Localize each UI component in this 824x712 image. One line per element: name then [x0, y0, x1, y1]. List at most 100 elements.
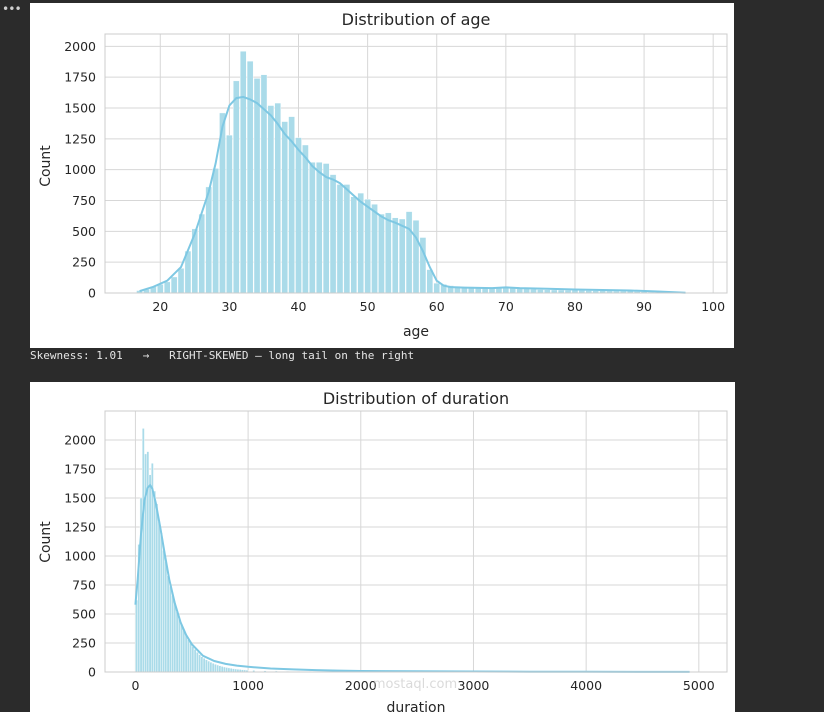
histogram-bar [226, 134, 233, 294]
y-tick-labels: 0 250 500 750 1000 1250 1500 1750 2000 [64, 433, 96, 680]
x-tick-label: 30 [221, 299, 237, 314]
histogram-bar [171, 595, 174, 673]
histogram-bar [371, 203, 378, 294]
y-axis-label: Count [38, 145, 54, 187]
histogram-bar [144, 453, 147, 673]
histogram-bar [343, 184, 351, 294]
histogram-bar [148, 474, 152, 673]
histogram-bar [189, 642, 192, 673]
histogram-bar [433, 282, 440, 294]
x-tick-label: 60 [429, 299, 445, 314]
x-tick-label: 40 [291, 299, 307, 314]
histogram-bar [281, 121, 288, 294]
histogram-bar [166, 575, 170, 673]
histogram-bar [537, 289, 544, 294]
x-tick-labels: 20 30 40 50 60 70 80 90 100 [152, 299, 725, 314]
y-tick-label: 2000 [64, 39, 96, 54]
histogram-bar [212, 168, 219, 294]
histogram-bars [136, 51, 689, 294]
y-tick-label: 1000 [64, 162, 96, 177]
y-tick-label: 0 [88, 286, 96, 301]
x-axis-label: duration [387, 700, 446, 712]
x-tick-label: 1000 [232, 678, 264, 693]
histogram-bar [170, 276, 178, 294]
histogram-bar [175, 611, 179, 673]
age-histogram-chart: 20 30 40 50 60 70 80 90 100 0 250 500 750 1000 1250 15… [38, 10, 728, 340]
y-tick-label: 750 [72, 193, 96, 208]
histogram-bar [184, 634, 188, 673]
plot-frame [104, 410, 728, 673]
histogram-bar [163, 281, 171, 294]
histogram-bar [267, 105, 275, 294]
histogram-bar [162, 549, 165, 673]
x-tick-label: 80 [567, 299, 583, 314]
histogram-bar [209, 662, 213, 673]
x-tick-label: 20 [152, 299, 168, 314]
histogram-bar [182, 630, 186, 673]
duration-histogram-chart: 0 1000 2000 3000 4000 5000 0 250 500 750 1000 1250… [38, 389, 728, 712]
skewness-output: Skewness: 1.01 → RIGHT-SKEWED — long tai… [30, 349, 415, 362]
histogram-bar [205, 186, 212, 294]
histogram-bar [225, 667, 229, 673]
histogram-bar [196, 652, 199, 673]
histogram-bar [178, 618, 181, 673]
x-tick-label: 0 [131, 678, 139, 693]
y-tick-label: 2000 [64, 433, 96, 448]
histogram-bar [246, 60, 254, 294]
histogram-bar [216, 664, 220, 673]
histogram-bar [329, 174, 337, 294]
histogram-bar [253, 78, 261, 294]
histogram-bar [177, 268, 185, 294]
y-tick-labels: 0 250 500 750 1000 1250 1500 1750 2000 [64, 39, 96, 301]
chart-title: Distribution of duration [323, 389, 509, 408]
y-tick-label: 1250 [64, 131, 96, 146]
y-tick-label: 1750 [64, 462, 96, 477]
y-tick-label: 1750 [64, 70, 96, 85]
x-tick-label: 50 [360, 299, 376, 314]
histogram-bar [378, 213, 385, 294]
histogram-bar [530, 289, 537, 294]
x-tick-label: 3000 [458, 678, 490, 693]
y-axis-label: Count [38, 521, 54, 563]
histogram-bar [207, 660, 210, 673]
x-tick-label: 100 [701, 299, 725, 314]
histogram-bar [193, 649, 197, 673]
histogram-bar [205, 659, 208, 673]
histogram-bar [232, 668, 235, 673]
histogram-bar [198, 654, 201, 673]
histogram-bar [214, 664, 217, 673]
histogram-bar [274, 102, 282, 294]
y-tick-label: 750 [72, 578, 96, 593]
histogram-bar [336, 184, 344, 294]
histogram-bar [302, 144, 309, 294]
histogram-bar [157, 520, 161, 673]
histogram-bar [164, 561, 168, 673]
y-tick-label: 1500 [64, 491, 96, 506]
histogram-bar [153, 490, 156, 673]
kde-curve [134, 483, 690, 673]
x-tick-label: 90 [636, 299, 652, 314]
histogram-bar [211, 663, 215, 673]
cell-output-marker[interactable]: ••• [2, 2, 22, 16]
histogram-bar [135, 599, 138, 673]
y-tick-label: 500 [72, 224, 96, 239]
histogram-bar [316, 162, 323, 294]
histogram-bar [191, 646, 195, 673]
histogram-bar [173, 603, 177, 673]
histogram-bar [398, 218, 406, 294]
histogram-bar [350, 196, 358, 294]
histogram-bar [322, 163, 330, 294]
age-distribution-figure: 20 30 40 50 60 70 80 90 100 0 250 500 750 1000 1250 15… [30, 3, 734, 348]
histogram-bar [357, 192, 364, 294]
histogram-bar [220, 666, 224, 673]
histogram-bar [405, 211, 413, 294]
y-tick-label: 250 [72, 255, 96, 270]
x-tick-label: 5000 [683, 678, 715, 693]
chart-title: Distribution of age [342, 10, 491, 29]
watermark-text: mostaql.com [373, 677, 457, 692]
y-tick-label: 0 [88, 665, 96, 680]
y-tick-label: 1250 [64, 520, 96, 535]
y-tick-label: 1500 [64, 101, 96, 116]
histogram-bar [200, 656, 204, 673]
histogram-bars [135, 428, 689, 673]
